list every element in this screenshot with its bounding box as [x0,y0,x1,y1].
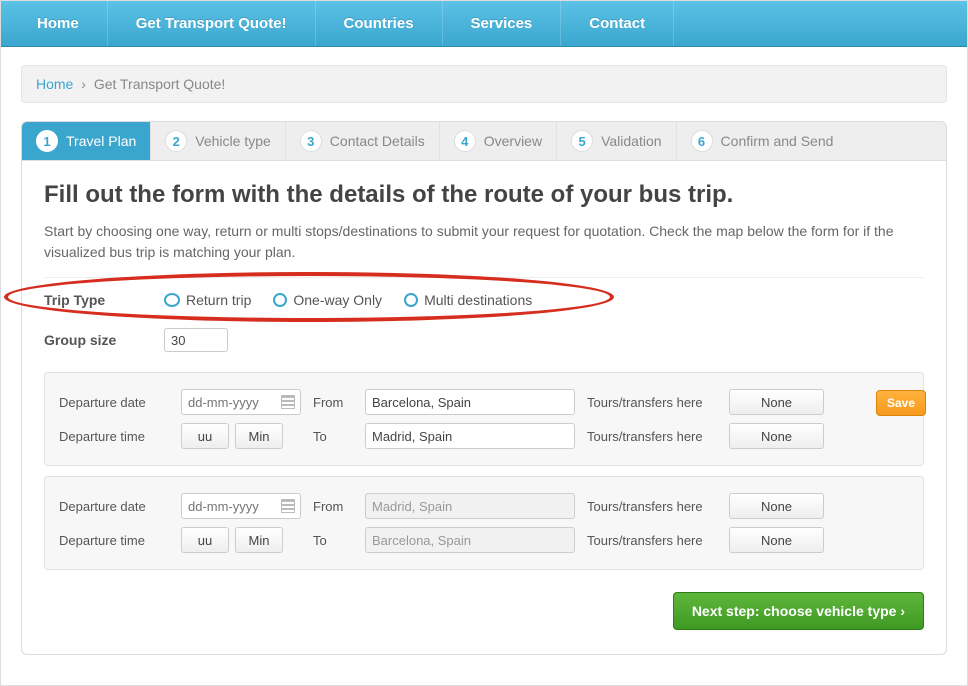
save-button[interactable]: Save [876,390,926,416]
minute-select[interactable]: Min [235,423,283,449]
to-label: To [313,533,353,548]
nav-quote[interactable]: Get Transport Quote! [108,1,316,46]
step-number: 1 [36,130,58,152]
step-label: Contact Details [330,133,425,149]
step-label: Travel Plan [66,133,136,149]
tours-label: Tours/transfers here [587,499,717,514]
tours-select[interactable]: None [729,423,824,449]
radio-label: Return trip [186,292,251,308]
step-number: 2 [165,130,187,152]
trip-type-label: Trip Type [44,292,164,308]
next-step-button[interactable]: Next step: choose vehicle type › [673,592,924,630]
calendar-icon[interactable] [281,395,295,409]
step-number: 3 [300,130,322,152]
form-panel: Fill out the form with the details of th… [21,161,947,655]
tours-select[interactable]: None [729,389,824,415]
radio-multi[interactable]: Multi destinations [404,292,532,308]
nav-home[interactable]: Home [1,1,108,46]
departure-time-label: Departure time [59,429,169,444]
step-number: 5 [571,130,593,152]
departure-date-label: Departure date [59,499,169,514]
step-travel-plan[interactable]: 1 Travel Plan [22,122,151,160]
nav-countries[interactable]: Countries [316,1,443,46]
nav-contact[interactable]: Contact [561,1,674,46]
radio-return-trip[interactable]: Return trip [164,292,251,308]
step-confirm-send[interactable]: 6 Confirm and Send [677,122,946,160]
step-validation[interactable]: 5 Validation [557,122,676,160]
page-title: Fill out the form with the details of th… [44,181,924,209]
breadcrumb-home-link[interactable]: Home [36,76,73,92]
from-label: From [313,499,353,514]
hour-select[interactable]: uu [181,423,229,449]
nav-services[interactable]: Services [443,1,562,46]
from-label: From [313,395,353,410]
group-size-row: Group size [44,318,924,362]
step-label: Validation [601,133,661,149]
top-nav: Home Get Transport Quote! Countries Serv… [1,1,967,47]
calendar-icon[interactable] [281,499,295,513]
group-size-label: Group size [44,332,164,348]
to-input [365,527,575,553]
group-size-input[interactable] [164,328,228,352]
step-overview[interactable]: 4 Overview [440,122,557,160]
trip-leg: Departure date From Tours/transfers here… [44,476,924,570]
radio-icon [164,293,180,307]
radio-one-way[interactable]: One-way Only [273,292,382,308]
tours-label: Tours/transfers here [587,533,717,548]
radio-icon [404,293,418,307]
trip-leg: Departure date From Tours/transfers here… [44,372,924,466]
breadcrumb-current: Get Transport Quote! [94,76,226,92]
tours-label: Tours/transfers here [587,395,717,410]
step-label: Vehicle type [195,133,271,149]
departure-date-label: Departure date [59,395,169,410]
wizard-steps: 1 Travel Plan 2 Vehicle type 3 Contact D… [21,121,947,161]
to-label: To [313,429,353,444]
departure-time-label: Departure time [59,533,169,548]
step-vehicle-type[interactable]: 2 Vehicle type [151,122,286,160]
breadcrumb: Home › Get Transport Quote! [21,65,947,103]
step-label: Overview [484,133,542,149]
tours-label: Tours/transfers here [587,429,717,444]
from-input[interactable] [365,389,575,415]
radio-label: Multi destinations [424,292,532,308]
breadcrumb-sep: › [81,76,86,92]
radio-label: One-way Only [293,292,382,308]
step-number: 6 [691,130,713,152]
tours-select[interactable]: None [729,527,824,553]
divider [44,277,924,278]
tours-select[interactable]: None [729,493,824,519]
step-label: Confirm and Send [721,133,834,149]
step-contact-details[interactable]: 3 Contact Details [286,122,440,160]
hour-select[interactable]: uu [181,527,229,553]
to-input[interactable] [365,423,575,449]
from-input [365,493,575,519]
trip-type-row: Trip Type Return trip One-way Only Mu [44,282,924,318]
minute-select[interactable]: Min [235,527,283,553]
step-number: 4 [454,130,476,152]
intro-text: Start by choosing one way, return or mul… [44,221,924,263]
radio-icon [273,293,287,307]
